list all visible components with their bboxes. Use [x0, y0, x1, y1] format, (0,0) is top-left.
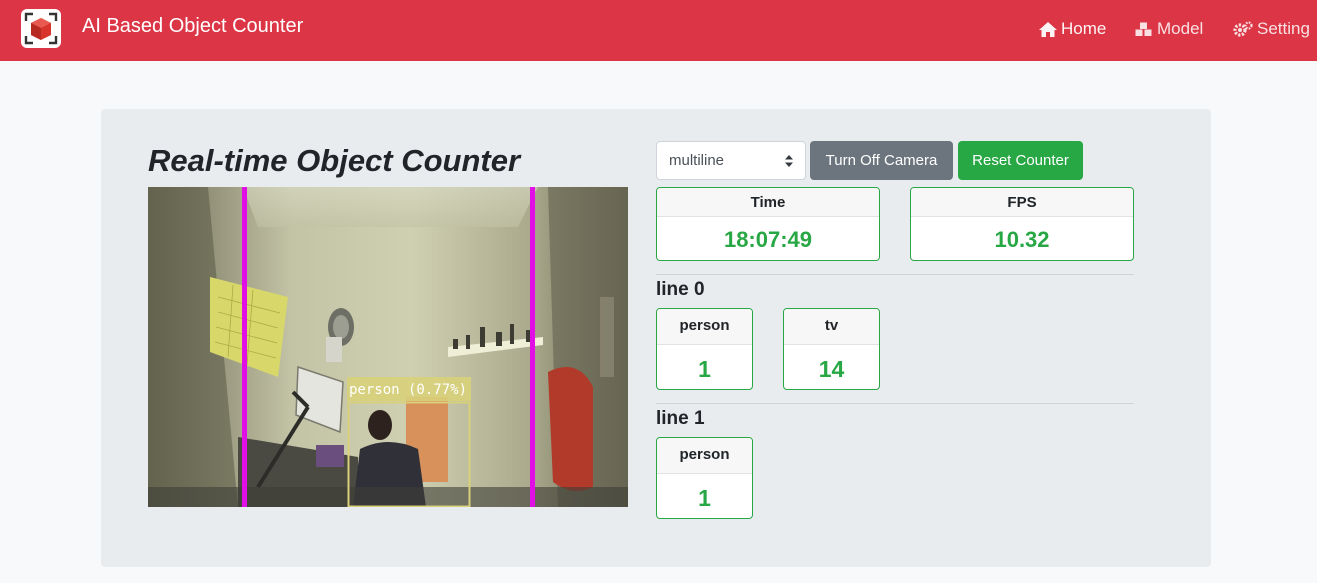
- select-arrows-icon: [785, 154, 793, 167]
- time-label: Time: [657, 188, 879, 217]
- nav-home-label: Home: [1061, 19, 1107, 38]
- count-label: person: [657, 309, 752, 345]
- turn-off-camera-button[interactable]: Turn Off Camera: [810, 141, 953, 180]
- nav-model-label: Model: [1157, 19, 1204, 38]
- nav-home[interactable]: Home: [1039, 18, 1106, 40]
- nav-setting-label: Setting: [1257, 19, 1310, 38]
- fps-label: FPS: [911, 188, 1133, 217]
- divider: [656, 403, 1134, 404]
- mode-select-value: multiline: [669, 152, 725, 169]
- fps-value: 10.32: [994, 227, 1050, 252]
- detection-label: person (0.77%): [349, 382, 467, 398]
- divider: [656, 274, 1134, 275]
- camera-feed: person (0.77%): [148, 187, 628, 507]
- home-icon: [1039, 21, 1057, 37]
- nav-setting[interactable]: Setting: [1233, 18, 1310, 40]
- count-value: 1: [698, 485, 711, 511]
- navbar: AI Based Object Counter Home Model Setti…: [0, 0, 1317, 61]
- time-card: Time 18:07:49: [656, 187, 880, 261]
- line-1-heading: line 1: [656, 408, 705, 429]
- time-value: 18:07:49: [723, 227, 813, 252]
- reset-counter-button[interactable]: Reset Counter: [958, 141, 1083, 180]
- line-0-heading: line 0: [656, 279, 705, 300]
- count-value: 1: [698, 356, 711, 382]
- nav-model[interactable]: Model: [1135, 18, 1203, 40]
- fps-card: FPS 10.32: [910, 187, 1134, 261]
- count-label: tv: [784, 309, 879, 345]
- cubes-icon: [1135, 22, 1152, 36]
- cube-logo-icon[interactable]: [21, 9, 61, 48]
- cogs-icon: [1233, 21, 1253, 37]
- count-card: person 1: [656, 308, 753, 390]
- page-title: Real-time Object Counter: [148, 143, 521, 178]
- count-label: person: [657, 438, 752, 474]
- count-card: person 1: [656, 437, 753, 519]
- count-card: tv 14: [783, 308, 880, 390]
- brand-title[interactable]: AI Based Object Counter: [82, 15, 303, 38]
- count-value: 14: [818, 356, 845, 382]
- mode-select[interactable]: multiline: [656, 141, 806, 180]
